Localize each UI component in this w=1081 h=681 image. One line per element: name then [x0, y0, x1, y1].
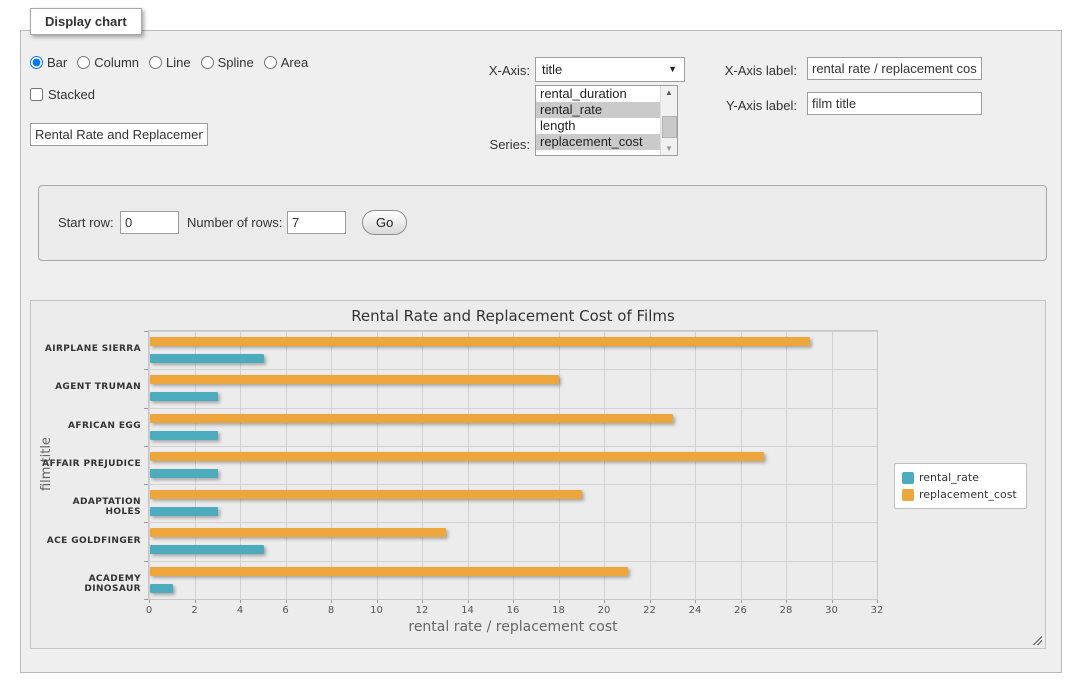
x-tick-label: 28: [768, 605, 804, 616]
chart-title-input[interactable]: [30, 123, 208, 146]
category-label: ADAPTATION HOLES: [37, 497, 141, 517]
chevron-down-icon: ▼: [668, 58, 677, 81]
x-tick-label: 14: [450, 605, 486, 616]
chart-container: Rental Rate and Replacement Cost of Film…: [30, 300, 1046, 649]
x-axis-label-label: X-Axis label:: [700, 63, 797, 78]
bar-rental_rate[interactable]: [150, 392, 218, 401]
x-tick-label: 32: [859, 605, 895, 616]
legend-swatch-icon: [902, 472, 914, 484]
bar-rental_rate[interactable]: [150, 469, 218, 478]
x-axis-select-label: X-Axis:: [450, 63, 530, 78]
x-axis-select[interactable]: title ▼: [535, 57, 685, 82]
scroll-down-icon[interactable]: ▼: [661, 144, 677, 153]
radio-option-column[interactable]: Column: [77, 55, 139, 70]
x-tick-label: 26: [723, 605, 759, 616]
legend-item-rental_rate[interactable]: rental_rate: [902, 469, 1017, 486]
series-select-label: Series:: [450, 137, 530, 152]
category-label: AFRICAN EGG: [37, 421, 141, 431]
x-tick-label: 4: [222, 605, 258, 616]
x-tick-label: 8: [313, 605, 349, 616]
x-tick-label: 2: [177, 605, 213, 616]
x-tick-label: 10: [359, 605, 395, 616]
bar-replacement_cost[interactable]: [150, 414, 673, 423]
scrollbar-thumb[interactable]: [662, 116, 677, 138]
x-tick-label: 12: [404, 605, 440, 616]
legend-label: replacement_cost: [914, 488, 1017, 501]
category-label: ACE GOLDFINGER: [37, 536, 141, 546]
radio-label: Area: [281, 55, 308, 70]
series-option-replacement_cost[interactable]: replacement_cost: [536, 134, 661, 150]
stacked-row: Stacked: [30, 87, 95, 102]
bar-replacement_cost[interactable]: [150, 375, 559, 384]
bar-rental_rate[interactable]: [150, 545, 264, 554]
stacked-label[interactable]: Stacked: [30, 87, 95, 102]
legend-swatch-icon: [902, 489, 914, 501]
go-button[interactable]: Go: [362, 210, 407, 235]
x-tick-label: 0: [131, 605, 167, 616]
y-axis-label-label: Y-Axis label:: [700, 98, 797, 113]
radio-spline[interactable]: [201, 56, 214, 69]
series-option-rental_rate[interactable]: rental_rate: [536, 102, 661, 118]
fieldset-legend: Display chart: [30, 8, 142, 35]
radio-label: Column: [94, 55, 139, 70]
plot-border: [148, 330, 878, 600]
radio-option-area[interactable]: Area: [264, 55, 308, 70]
x-axis-selected-value: title: [536, 62, 562, 77]
series-option-rental_duration[interactable]: rental_duration: [536, 86, 661, 102]
category-label: AFFAIR PREJUDICE: [37, 459, 141, 469]
category-label: ACADEMY DINOSAUR: [37, 574, 141, 594]
stacked-checkbox[interactable]: [30, 88, 43, 101]
radio-option-line[interactable]: Line: [149, 55, 191, 70]
radio-option-bar[interactable]: Bar: [30, 55, 67, 70]
start-row-input[interactable]: [120, 211, 179, 234]
bar-replacement_cost[interactable]: [150, 452, 764, 461]
chart-title: Rental Rate and Replacement Cost of Film…: [149, 307, 877, 325]
x-tick-label: 18: [541, 605, 577, 616]
x-tick-label: 6: [268, 605, 304, 616]
category-label: AGENT TRUMAN: [37, 382, 141, 392]
scroll-up-icon[interactable]: ▲: [661, 88, 677, 97]
page: Display chart Bar Column Line Spline Area St…: [0, 0, 1081, 681]
legend-label: rental_rate: [914, 471, 979, 484]
x-tick-label: 20: [586, 605, 622, 616]
bar-rental_rate[interactable]: [150, 507, 218, 516]
series-listbox[interactable]: rental_durationrental_ratelengthreplacem…: [535, 85, 678, 156]
x-tick-label: 30: [814, 605, 850, 616]
radio-label: Line: [166, 55, 191, 70]
bar-rental_rate[interactable]: [150, 354, 264, 363]
radio-area[interactable]: [264, 56, 277, 69]
number-of-rows-input[interactable]: [287, 211, 346, 234]
x-tick-label: 16: [495, 605, 531, 616]
number-of-rows-label: Number of rows:: [187, 215, 285, 230]
x-tick-label: 22: [632, 605, 668, 616]
radio-label: Bar: [47, 55, 67, 70]
start-row-label: Start row:: [58, 215, 120, 230]
bar-replacement_cost[interactable]: [150, 337, 810, 346]
row-range-panel: Start row: Number of rows: Go: [38, 185, 1047, 261]
bar-rental_rate[interactable]: [150, 431, 218, 440]
bar-replacement_cost[interactable]: [150, 490, 582, 499]
x-tick-label: 24: [677, 605, 713, 616]
series-option-length[interactable]: length: [536, 118, 661, 134]
radio-option-spline[interactable]: Spline: [201, 55, 254, 70]
bar-rental_rate[interactable]: [150, 584, 173, 593]
x-axis-title: rental rate / replacement cost: [149, 619, 877, 635]
x-axis-label-input[interactable]: [807, 57, 982, 80]
bar-replacement_cost[interactable]: [150, 567, 628, 576]
radio-line[interactable]: [149, 56, 162, 69]
radio-bar[interactable]: [30, 56, 43, 69]
listbox-scrollbar[interactable]: ▲ ▼: [660, 86, 677, 155]
radio-label: Spline: [218, 55, 254, 70]
y-axis-label-input[interactable]: [807, 92, 982, 115]
bar-replacement_cost[interactable]: [150, 528, 446, 537]
legend-item-replacement_cost[interactable]: replacement_cost: [902, 486, 1017, 503]
chart-legend: rental_rate replacement_cost: [894, 463, 1027, 509]
resize-handle-icon[interactable]: [1031, 634, 1042, 645]
chart-type-radio-group: Bar Column Line Spline Area: [30, 55, 318, 70]
category-label: AIRPLANE SIERRA: [37, 344, 141, 354]
radio-column[interactable]: [77, 56, 90, 69]
series-items: rental_durationrental_ratelengthreplacem…: [536, 86, 677, 150]
